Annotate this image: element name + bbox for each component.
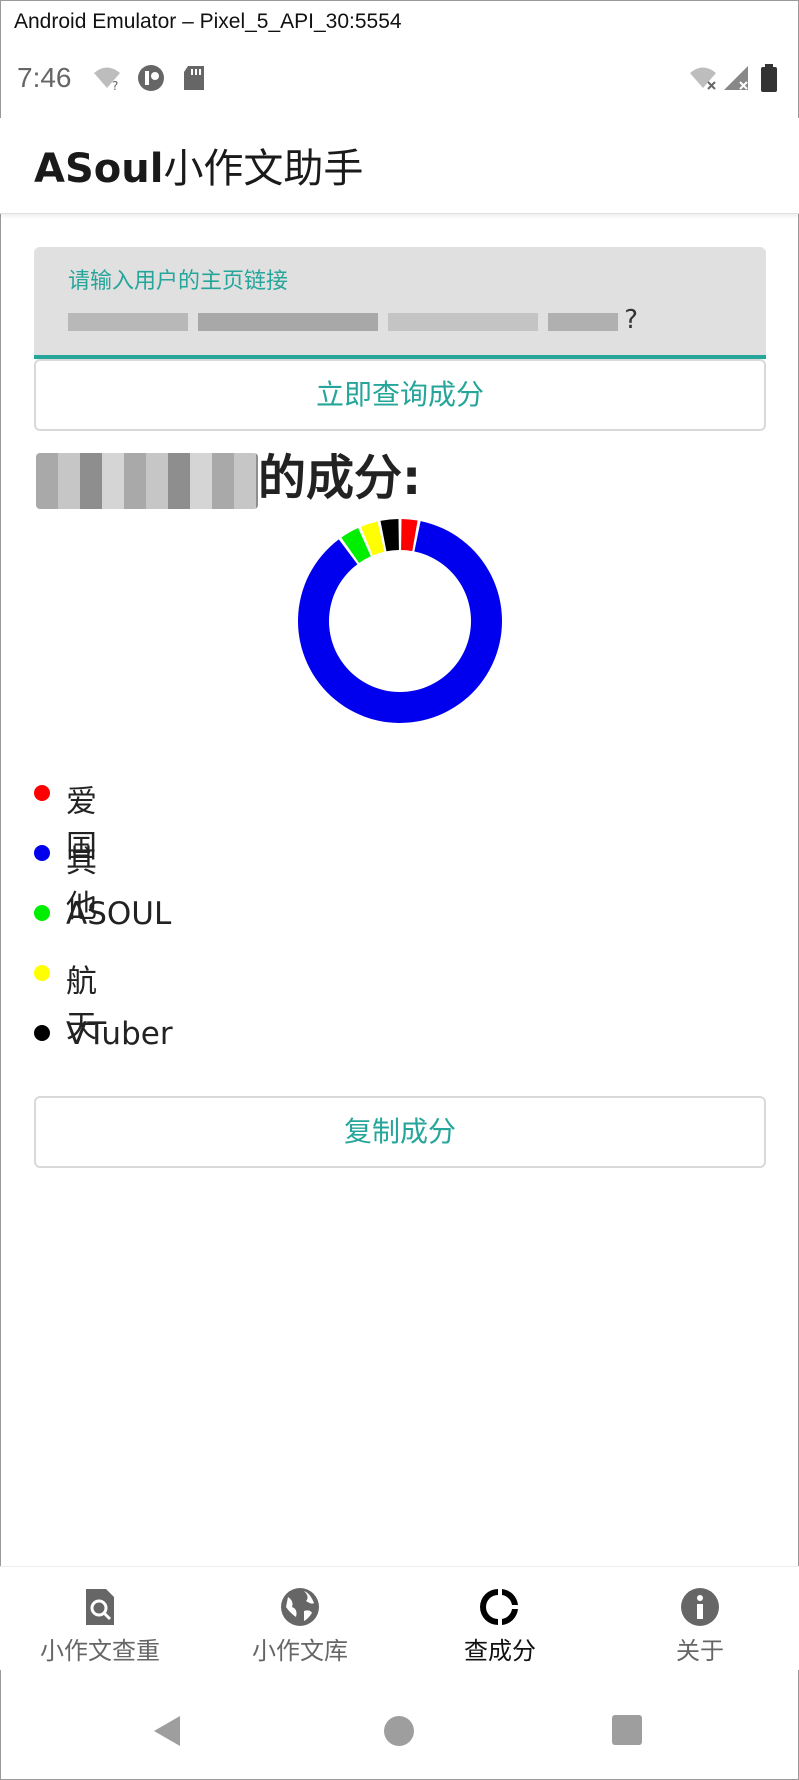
profile-url-input[interactable]: 请输入用户的主页链接 ? bbox=[34, 247, 766, 359]
app-title: ASoul小作文助手 bbox=[34, 136, 363, 194]
window-title: Android Emulator – Pixel_5_API_30:5554 bbox=[14, 10, 402, 33]
app-title-latin: ASoul bbox=[34, 146, 164, 192]
query-button[interactable]: 立即查询成分 bbox=[34, 359, 766, 431]
redacted-text bbox=[388, 313, 538, 331]
legend-dot bbox=[34, 845, 50, 861]
result-title: 的成分: bbox=[36, 438, 421, 509]
donut-slice-其他 bbox=[298, 521, 502, 723]
info-icon bbox=[681, 1588, 719, 1626]
nav-label: 小作文库 bbox=[252, 1637, 348, 1665]
wifi-off-icon bbox=[690, 67, 716, 90]
nav-item-composition[interactable]: 查成分 bbox=[400, 1567, 600, 1671]
battery-icon bbox=[761, 64, 777, 92]
profile-url-tail: ? bbox=[624, 305, 638, 335]
nav-item-check-duplicate[interactable]: 小作文查重 bbox=[0, 1567, 200, 1671]
app-bar: ASoul小作文助手 bbox=[0, 118, 799, 214]
profile-url-label: 请输入用户的主页链接 bbox=[68, 269, 289, 294]
nav-item-about[interactable]: 关于 bbox=[600, 1567, 799, 1671]
sd-card-icon bbox=[184, 66, 204, 90]
nav-label: 查成分 bbox=[464, 1637, 536, 1665]
cellular-off-icon bbox=[724, 66, 748, 90]
legend-dot bbox=[34, 1025, 50, 1041]
legend-dot bbox=[34, 785, 50, 801]
nav-label: 小作文查重 bbox=[40, 1637, 160, 1665]
nav-item-library[interactable]: 小作文库 bbox=[200, 1567, 400, 1671]
app-notification-icon bbox=[138, 65, 164, 91]
bottom-navigation: 小作文查重 小作文库 查成分 关于 bbox=[0, 1566, 799, 1670]
donut-slice-VTuber bbox=[380, 519, 399, 552]
status-bar: 7:46 ? bbox=[0, 56, 799, 100]
recents-icon[interactable] bbox=[611, 1714, 643, 1746]
status-time: 7:46 bbox=[17, 62, 72, 93]
legend-label: ASOUL bbox=[66, 896, 172, 932]
profile-url-value[interactable]: ? bbox=[68, 299, 638, 339]
globe-icon bbox=[281, 1588, 319, 1626]
composition-donut-chart bbox=[298, 519, 502, 723]
back-icon[interactable] bbox=[150, 1714, 184, 1748]
svg-text:?: ? bbox=[112, 79, 118, 92]
system-navigation-bar bbox=[0, 1690, 799, 1770]
legend-label: VTuber bbox=[66, 1016, 173, 1052]
redacted-text bbox=[548, 313, 618, 331]
redacted-text bbox=[68, 313, 188, 331]
donut-chart-icon bbox=[480, 1589, 518, 1625]
legend-dot bbox=[34, 905, 50, 921]
home-icon[interactable] bbox=[382, 1714, 416, 1748]
result-title-suffix: 的成分: bbox=[258, 450, 422, 506]
legend-dot bbox=[34, 965, 50, 981]
redacted-username bbox=[36, 453, 258, 509]
wifi-unknown-icon: ? bbox=[94, 67, 120, 92]
copy-composition-button[interactable]: 复制成分 bbox=[34, 1096, 766, 1168]
donut-slice-爱国 bbox=[401, 519, 418, 552]
redacted-text bbox=[198, 313, 378, 331]
app-title-cjk: 小作文助手 bbox=[163, 146, 364, 192]
nav-label: 关于 bbox=[676, 1637, 724, 1665]
file-search-icon bbox=[86, 1589, 114, 1625]
